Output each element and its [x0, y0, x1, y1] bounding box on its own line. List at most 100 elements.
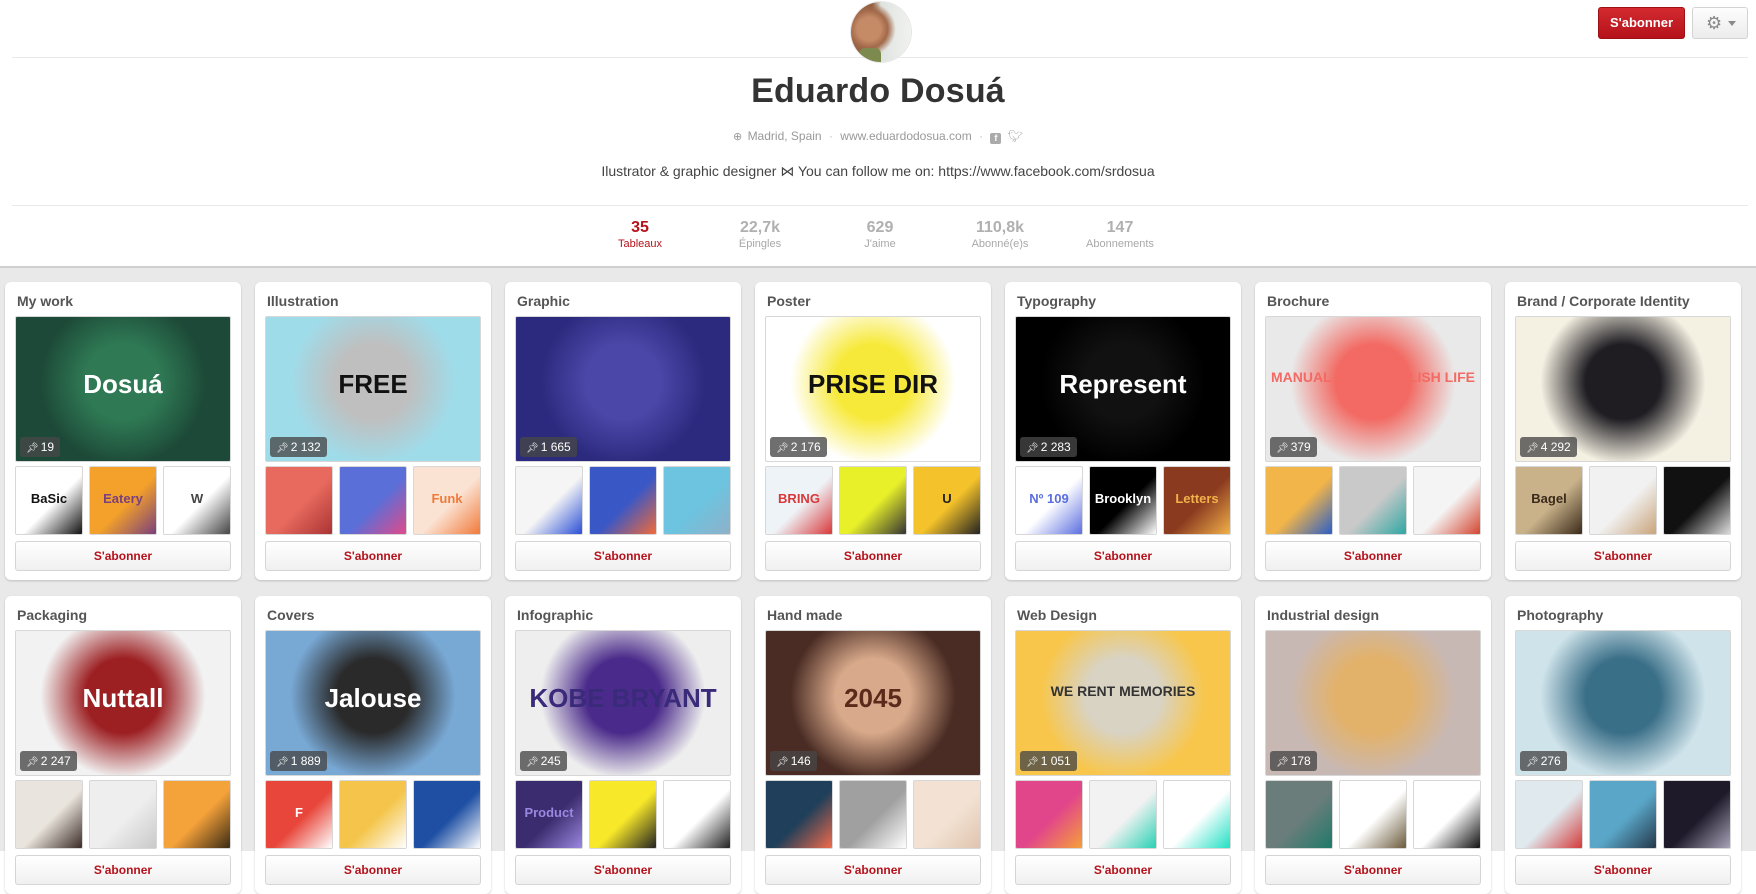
- board-cover-image[interactable]: Jalouse 📌︎ 1 889: [265, 630, 481, 776]
- follow-board-button[interactable]: S'abonner: [1015, 541, 1231, 571]
- board-title[interactable]: Brochure: [1267, 293, 1329, 309]
- board-thumbnail[interactable]: Nº 109: [1015, 466, 1083, 535]
- cover-art-text: MANUAL FOR A STYLISH LIFE: [1270, 369, 1476, 385]
- board-thumbnails: [1515, 780, 1731, 849]
- board-title[interactable]: Industrial design: [1267, 607, 1379, 623]
- board-thumbnail[interactable]: [663, 780, 731, 849]
- follow-board-button[interactable]: S'abonner: [15, 541, 231, 571]
- board-thumbnail[interactable]: [515, 466, 583, 535]
- board-thumbnail[interactable]: Letters: [1163, 466, 1231, 535]
- board-thumbnail[interactable]: Eatery: [89, 466, 157, 535]
- cover-art-text: Jalouse: [324, 683, 422, 713]
- board-cover-image[interactable]: Represent 📌︎ 2 283: [1015, 316, 1231, 462]
- tab-likes[interactable]: 629 J'aime: [820, 218, 940, 252]
- twitter-icon[interactable]: 🐦︎: [1008, 129, 1023, 143]
- board-thumbnail[interactable]: Funk: [413, 466, 481, 535]
- board-cover-image[interactable]: 📌︎ 4 292: [1515, 316, 1731, 462]
- board-thumbnail[interactable]: [839, 780, 907, 849]
- board-thumbnail[interactable]: [1663, 780, 1731, 849]
- board-thumbnail[interactable]: [1163, 780, 1231, 849]
- board-thumbnail[interactable]: Bagel: [1515, 466, 1583, 535]
- board-thumbnail[interactable]: [1265, 780, 1333, 849]
- board-thumbnail[interactable]: [1515, 780, 1583, 849]
- board-thumbnail[interactable]: [1015, 780, 1083, 849]
- follow-board-button[interactable]: S'abonner: [515, 855, 731, 885]
- board-title[interactable]: Photography: [1517, 607, 1603, 623]
- follow-board-button[interactable]: S'abonner: [765, 541, 981, 571]
- tab-pins[interactable]: 22,7k Épingles: [700, 218, 820, 252]
- board-card: Hand made 2045 📌︎ 146 S'abonner: [755, 596, 991, 894]
- board-title[interactable]: Illustration: [267, 293, 339, 309]
- settings-menu-button[interactable]: ⚙: [1692, 7, 1748, 39]
- follow-board-button[interactable]: S'abonner: [1265, 541, 1481, 571]
- board-thumbnail[interactable]: [1089, 780, 1157, 849]
- board-cover-image[interactable]: Dosuá 📌︎ 19: [15, 316, 231, 462]
- board-title[interactable]: Covers: [267, 607, 314, 623]
- board-thumbnail[interactable]: Brooklyn: [1089, 466, 1157, 535]
- board-thumbnail[interactable]: Product: [515, 780, 583, 849]
- board-thumbnail[interactable]: U: [913, 466, 981, 535]
- board-title[interactable]: Infographic: [517, 607, 593, 623]
- follow-user-button[interactable]: S'abonner: [1598, 7, 1685, 39]
- board-thumbnail[interactable]: BaSic: [15, 466, 83, 535]
- board-thumbnail[interactable]: [589, 466, 657, 535]
- follow-board-button[interactable]: S'abonner: [1515, 541, 1731, 571]
- board-cover-image[interactable]: MANUAL FOR A STYLISH LIFE 📌︎ 379: [1265, 316, 1481, 462]
- facebook-icon[interactable]: f: [990, 133, 1002, 144]
- board-thumbnail[interactable]: [1589, 780, 1657, 849]
- board-title[interactable]: Brand / Corporate Identity: [1517, 293, 1690, 309]
- board-thumbnail[interactable]: [163, 780, 231, 849]
- tab-boards[interactable]: 35 Tableaux: [580, 218, 700, 252]
- website-link[interactable]: www.eduardodosua.com: [840, 129, 971, 143]
- chevron-down-icon: [1728, 21, 1736, 26]
- follow-board-button[interactable]: S'abonner: [15, 855, 231, 885]
- follow-board-button[interactable]: S'abonner: [265, 541, 481, 571]
- follow-board-button[interactable]: S'abonner: [765, 855, 981, 885]
- board-thumbnail[interactable]: [765, 780, 833, 849]
- board-thumbnail[interactable]: [339, 466, 407, 535]
- board-title[interactable]: Packaging: [17, 607, 87, 623]
- follow-board-button[interactable]: S'abonner: [1265, 855, 1481, 885]
- board-title[interactable]: Web Design: [1017, 607, 1097, 623]
- board-thumbnail[interactable]: [339, 780, 407, 849]
- board-thumbnail[interactable]: [1413, 466, 1481, 535]
- board-thumbnail[interactable]: [1663, 466, 1731, 535]
- board-thumbnail[interactable]: [913, 780, 981, 849]
- board-thumbnail[interactable]: [15, 780, 83, 849]
- board-title[interactable]: Graphic: [517, 293, 570, 309]
- board-thumbnail[interactable]: [839, 466, 907, 535]
- tab-following[interactable]: 147 Abonnements: [1060, 218, 1180, 252]
- board-cover-image[interactable]: Nuttall 📌︎ 2 247: [15, 630, 231, 776]
- avatar[interactable]: [851, 2, 911, 62]
- board-thumbnail[interactable]: [1589, 466, 1657, 535]
- board-cover-image[interactable]: 📌︎ 276: [1515, 630, 1731, 776]
- board-cover-image[interactable]: WE RENT MEMORIES 📌︎ 1 051: [1015, 630, 1231, 776]
- board-thumbnail[interactable]: [1339, 466, 1407, 535]
- tab-followers[interactable]: 110,8k Abonné(e)s: [940, 218, 1060, 252]
- board-title[interactable]: My work: [17, 293, 73, 309]
- follow-board-button[interactable]: S'abonner: [1515, 855, 1731, 885]
- board-cover-image[interactable]: KOBE BRYANT 📌︎ 245: [515, 630, 731, 776]
- board-cover-image[interactable]: PRISE DIR 📌︎ 2 176: [765, 316, 981, 462]
- board-thumbnail[interactable]: [265, 466, 333, 535]
- board-thumbnail[interactable]: [663, 466, 731, 535]
- board-thumbnail[interactable]: [1265, 466, 1333, 535]
- board-thumbnail[interactable]: [589, 780, 657, 849]
- follow-board-button[interactable]: S'abonner: [1015, 855, 1231, 885]
- board-thumbnail[interactable]: BRING: [765, 466, 833, 535]
- follow-board-button[interactable]: S'abonner: [265, 855, 481, 885]
- board-thumbnail[interactable]: [413, 780, 481, 849]
- board-cover-image[interactable]: 2045 📌︎ 146: [765, 630, 981, 776]
- board-title[interactable]: Poster: [767, 293, 811, 309]
- board-thumbnail[interactable]: W: [163, 466, 231, 535]
- follow-board-button[interactable]: S'abonner: [515, 541, 731, 571]
- board-thumbnail[interactable]: [1413, 780, 1481, 849]
- board-title[interactable]: Typography: [1017, 293, 1096, 309]
- board-cover-image[interactable]: FREE 📌︎ 2 132: [265, 316, 481, 462]
- board-thumbnail[interactable]: [1339, 780, 1407, 849]
- board-cover-image[interactable]: 📌︎ 1 665: [515, 316, 731, 462]
- board-thumbnail[interactable]: F: [265, 780, 333, 849]
- board-thumbnail[interactable]: [89, 780, 157, 849]
- board-title[interactable]: Hand made: [767, 607, 842, 623]
- board-cover-image[interactable]: 📌︎ 178: [1265, 630, 1481, 776]
